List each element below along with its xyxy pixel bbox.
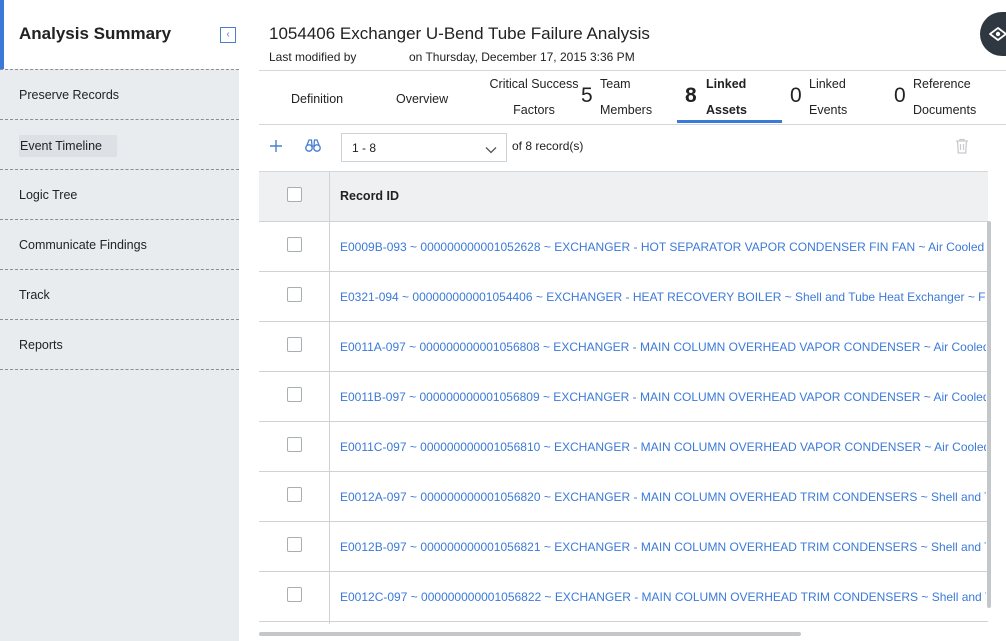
table-row: E0009B-093 ~ 000000000001052628 ~ EXCHAN…: [259, 222, 988, 272]
tab-label-line1: Linked: [706, 77, 747, 91]
row-checkbox[interactable]: [287, 387, 302, 402]
tab-critical-success-factors[interactable]: Critical Success Factors: [484, 71, 584, 123]
sidebar-item-label: Event Timeline: [19, 135, 117, 157]
tab-label-line2: Members: [600, 103, 653, 117]
chevron-down-icon: [485, 142, 497, 157]
page-range-value: 1 - 8: [352, 141, 377, 155]
tab-team-members[interactable]: 5 Team Members: [581, 71, 661, 123]
binoculars-icon[interactable]: [305, 139, 321, 156]
record-count: of 8 record(s): [512, 139, 584, 153]
row-checkbox[interactable]: [287, 237, 302, 252]
sidebar-header: Analysis Summary ‹: [0, 0, 239, 69]
tab-label-line2: Events: [809, 103, 848, 117]
collapse-sidebar-icon[interactable]: ‹: [220, 27, 236, 43]
record-link[interactable]: E0012A-097 ~ 000000000001056820 ~ EXCHAN…: [340, 490, 986, 504]
row-checkbox[interactable]: [287, 537, 302, 552]
tabs-divider: [259, 124, 1006, 125]
tab-reference-documents[interactable]: 0 Reference Documents: [894, 71, 994, 123]
sidebar-item-event-timeline[interactable]: Event Timeline: [0, 120, 239, 170]
tab-label: Definition: [291, 92, 344, 106]
record-link[interactable]: E0009B-093 ~ 000000000001052628 ~ EXCHAN…: [340, 240, 986, 254]
page-title: 1054406 Exchanger U-Bend Tube Failure An…: [269, 24, 650, 43]
sidebar-item-track[interactable]: Track: [0, 270, 239, 320]
table-header: Record ID: [259, 172, 988, 222]
tab-count: 0: [790, 84, 802, 107]
row-checkbox[interactable]: [287, 587, 302, 602]
tab-label-line1: Reference: [913, 77, 971, 91]
last-modified-info: Last modified by on Thursday, December 1…: [269, 50, 635, 64]
table-row: E0012C-097 ~ 000000000001056822 ~ EXCHAN…: [259, 572, 988, 622]
active-tab-indicator: [677, 120, 782, 123]
table-row: E0011A-097 ~ 000000000001056808 ~ EXCHAN…: [259, 322, 988, 372]
sidebar-item-label: Preserve Records: [19, 88, 120, 102]
row-checkbox[interactable]: [287, 337, 302, 352]
row-checkbox[interactable]: [287, 487, 302, 502]
sidebar-item-label: Logic Tree: [19, 188, 78, 202]
sidebar-item-logic-tree[interactable]: Logic Tree: [0, 170, 239, 220]
table-row: E0321-094 ~ 000000000001054406 ~ EXCHANG…: [259, 272, 988, 322]
sidebar-item-label: Communicate Findings: [19, 238, 147, 252]
vertical-scrollbar[interactable]: [987, 221, 991, 608]
records-table: Record ID E0009B-093 ~ 00000000000105262…: [259, 171, 988, 624]
tab-label-line2: Documents: [913, 103, 977, 117]
horizontal-scrollbar[interactable]: [259, 632, 801, 636]
record-link[interactable]: E0011B-097 ~ 000000000001056809 ~ EXCHAN…: [340, 390, 986, 404]
tab-overview[interactable]: Overview: [396, 71, 476, 123]
column-divider: [329, 172, 330, 624]
sidebar: Analysis Summary ‹ Preserve Records Even…: [0, 0, 239, 641]
tab-count: 0: [894, 84, 906, 107]
tab-label-line1: Critical Success: [489, 77, 579, 91]
tab-definition[interactable]: Definition: [291, 71, 371, 123]
table-row: E0012B-097 ~ 000000000001056821 ~ EXCHAN…: [259, 522, 988, 572]
column-header-record-id[interactable]: Record ID: [340, 189, 399, 203]
sidebar-title: Analysis Summary: [19, 24, 172, 43]
row-checkbox[interactable]: [287, 437, 302, 452]
tab-label-line1: Team: [600, 77, 631, 91]
record-link[interactable]: E0012C-097 ~ 000000000001056822 ~ EXCHAN…: [340, 590, 986, 604]
record-link[interactable]: E0011A-097 ~ 000000000001056808 ~ EXCHAN…: [340, 340, 986, 354]
record-link[interactable]: E0011C-097 ~ 000000000001056810 ~ EXCHAN…: [340, 440, 986, 454]
table-row: E0012A-097 ~ 000000000001056820 ~ EXCHAN…: [259, 472, 988, 522]
trash-icon[interactable]: [955, 138, 969, 157]
eye-icon[interactable]: [980, 12, 1006, 56]
select-all-checkbox[interactable]: [287, 187, 302, 202]
modified-date: on Thursday, December 17, 2015 3:36 PM: [409, 50, 635, 64]
tab-count: 8: [685, 84, 697, 107]
row-checkbox[interactable]: [287, 287, 302, 302]
main-panel: 1054406 Exchanger U-Bend Tube Failure An…: [239, 0, 1006, 641]
sidebar-item-reports[interactable]: Reports: [0, 320, 239, 370]
sidebar-item-label: Reports: [19, 338, 63, 352]
page-range-select[interactable]: 1 - 8: [341, 133, 507, 162]
sidebar-item-label: Track: [19, 288, 50, 302]
tab-linked-assets[interactable]: 8 Linked Assets: [685, 71, 780, 123]
tab-label-line1: Linked: [809, 77, 846, 91]
tab-label-line2: Factors: [513, 103, 555, 117]
tab-linked-events[interactable]: 0 Linked Events: [790, 71, 870, 123]
tab-label: Overview: [396, 92, 449, 106]
record-link[interactable]: E0321-094 ~ 000000000001054406 ~ EXCHANG…: [340, 290, 986, 304]
table-row: E0011B-097 ~ 000000000001056809 ~ EXCHAN…: [259, 372, 988, 422]
modified-by-label: Last modified by: [269, 50, 357, 64]
tab-count: 5: [581, 84, 593, 107]
sidebar-item-preserve-records[interactable]: Preserve Records: [0, 70, 239, 120]
sidebar-item-communicate-findings[interactable]: Communicate Findings: [0, 220, 239, 270]
table-row: E0011C-097 ~ 000000000001056810 ~ EXCHAN…: [259, 422, 988, 472]
record-link[interactable]: E0012B-097 ~ 000000000001056821 ~ EXCHAN…: [340, 540, 986, 554]
plus-icon[interactable]: [269, 137, 283, 157]
